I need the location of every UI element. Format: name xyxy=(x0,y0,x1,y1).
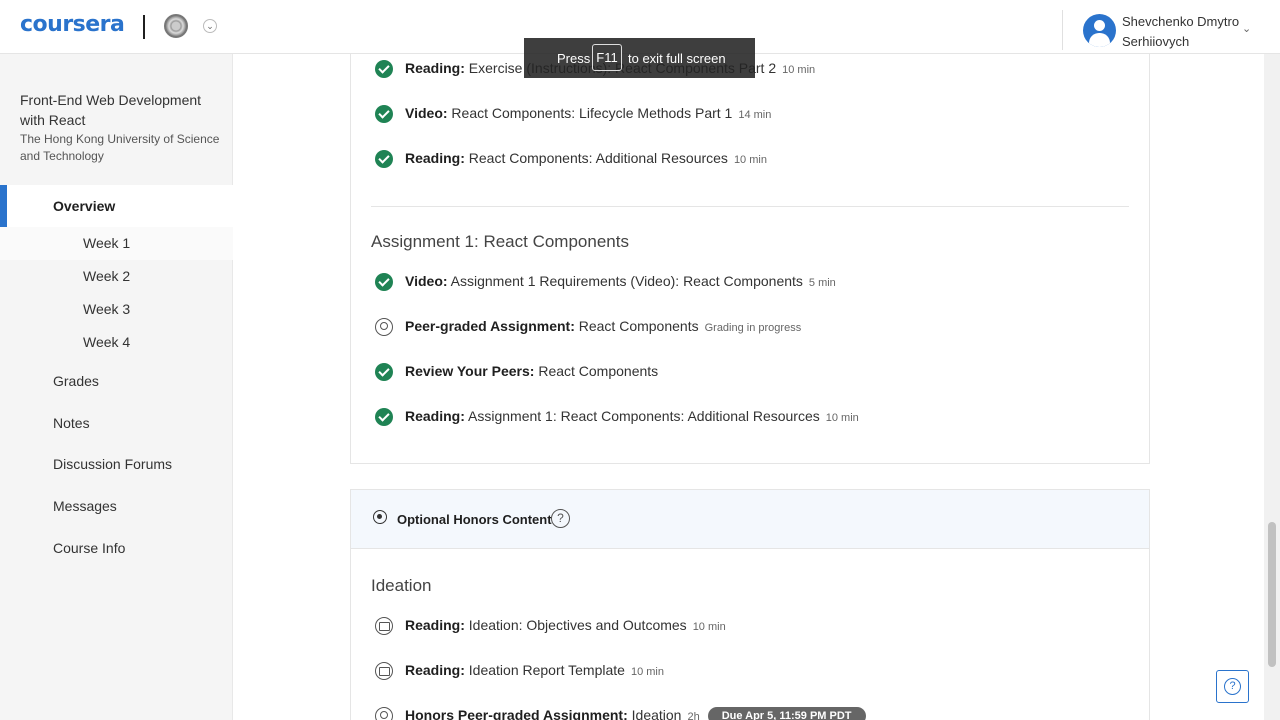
user-name[interactable]: Shevchenko Dmytro Serhiiovych xyxy=(1122,12,1242,52)
sidebar-item-label: Overview xyxy=(53,198,116,214)
reading-book-icon xyxy=(375,617,393,635)
sidebar-item-label: Week 3 xyxy=(83,301,131,317)
completed-check-icon xyxy=(375,105,393,123)
sidebar-item-week-1[interactable]: Week 1 xyxy=(0,227,233,260)
honors-header-label: Optional Honors Content xyxy=(397,512,552,527)
fullscreen-exit-toast: Press F11 to exit full screen xyxy=(524,38,755,78)
completed-check-icon xyxy=(375,363,393,381)
chevron-down-icon[interactable]: ⌄ xyxy=(203,19,217,33)
toast-key: F11 xyxy=(592,44,622,71)
course-title[interactable]: Front-End Web Development with React xyxy=(20,90,220,130)
reading-book-icon xyxy=(375,662,393,680)
sidebar-item-week-4[interactable]: Week 4 xyxy=(0,326,233,359)
sidebar-item-label: Week 4 xyxy=(83,334,131,350)
peer-assignment-icon xyxy=(375,318,393,336)
completed-check-icon xyxy=(375,408,393,426)
sidebar-item-course-info[interactable]: Course Info xyxy=(53,540,125,556)
user-avatar-icon[interactable] xyxy=(1083,14,1116,47)
help-center-button[interactable]: ? xyxy=(1216,670,1249,703)
sidebar-item-week-3[interactable]: Week 3 xyxy=(0,293,233,326)
peer-assignment-icon xyxy=(375,707,393,720)
assignment-section-title: Assignment 1: React Components xyxy=(371,232,629,251)
ideation-section-title: Ideation xyxy=(371,576,432,595)
main-content: Reading: Exercise (Instructions): React … xyxy=(234,54,1264,720)
honors-content-header: Optional Honors Content ? xyxy=(350,489,1150,549)
due-date-badge: Due Apr 5, 11:59 PM PDT xyxy=(707,707,866,720)
sidebar-item-overview[interactable]: Overview xyxy=(0,185,233,227)
toast-press-text: Press xyxy=(557,51,591,66)
header-divider xyxy=(1062,10,1063,50)
sidebar-item-label: Week 1 xyxy=(83,235,131,251)
sidebar-item-grades[interactable]: Grades xyxy=(53,373,99,389)
coursera-logo[interactable]: coursera xyxy=(20,12,125,37)
sidebar-item-discussion-forums[interactable]: Discussion Forums xyxy=(53,456,172,472)
completed-check-icon xyxy=(375,273,393,291)
completed-check-icon xyxy=(375,60,393,78)
sidebar-item-messages[interactable]: Messages xyxy=(53,498,117,514)
course-organization: The Hong Kong University of Science and … xyxy=(20,132,220,163)
sidebar-item-notes[interactable]: Notes xyxy=(53,415,90,431)
help-icon[interactable]: ? xyxy=(551,509,570,528)
section-divider xyxy=(371,206,1129,207)
page-scrollbar[interactable] xyxy=(1264,54,1280,720)
honors-badge-icon xyxy=(373,510,387,528)
help-icon: ? xyxy=(1224,678,1241,695)
course-sidebar: Front-End Web Development with React The… xyxy=(0,54,233,720)
active-indicator xyxy=(0,185,7,227)
honors-module-card: Ideation Reading: Ideation: Objectives a… xyxy=(350,549,1150,720)
user-menu-chevron-icon[interactable]: ⌄ xyxy=(1242,22,1251,35)
toast-suffix-text: to exit full screen xyxy=(628,51,726,66)
scrollbar-thumb[interactable] xyxy=(1268,522,1276,667)
week-module-card: Reading: Exercise (Instructions): React … xyxy=(350,54,1150,464)
university-seal-icon[interactable] xyxy=(164,14,188,38)
sidebar-item-label: Week 2 xyxy=(83,268,131,284)
logo-divider xyxy=(143,15,145,39)
sidebar-item-week-2[interactable]: Week 2 xyxy=(0,260,233,293)
completed-check-icon xyxy=(375,150,393,168)
